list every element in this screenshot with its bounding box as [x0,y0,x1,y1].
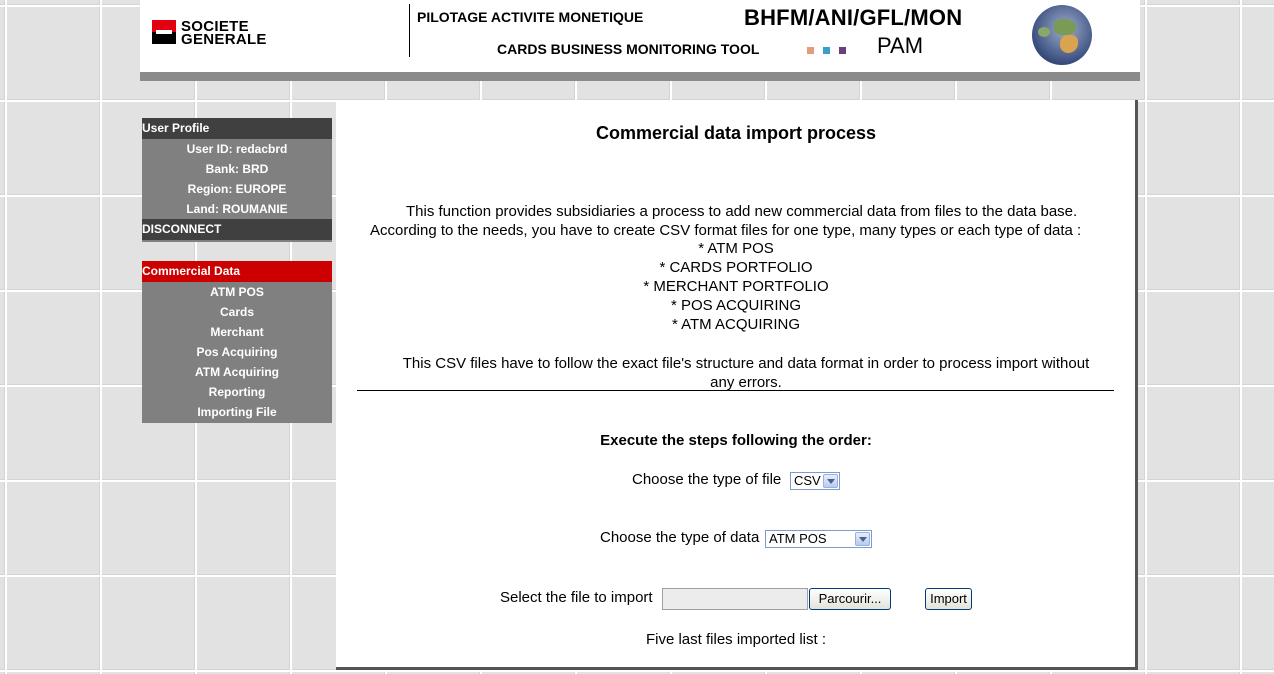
region-info: Region: EUROPE [187,182,287,196]
horizontal-rule [357,390,1114,391]
data-type-label: Choose the type of data [600,529,760,546]
chevron-down-icon[interactable] [855,532,870,546]
file-type-select-value: CSV [794,473,821,488]
menu-item-atm-acquiring[interactable]: ATM Acquiring [142,362,332,382]
select-file-label: Select the file to import [500,589,653,606]
menu-item-merchant[interactable]: Merchant [142,322,332,342]
data-type-list-item: * POS ACQUIRING [670,297,802,314]
data-type-list-item: * ATM POS [698,240,774,257]
description-line-2: According to the needs, you have to crea… [370,222,1082,239]
commercial-data-menu: Commercial Data ATM POS Cards Merchant P… [142,261,332,423]
main-panel: Commercial data import process This func… [336,100,1138,670]
browse-button[interactable]: Parcourir... [809,588,891,610]
menu-item-importing-file[interactable]: Importing File [142,402,332,422]
disconnect-link[interactable]: DISCONNECT [142,219,332,240]
import-button[interactable]: Import [925,588,972,610]
last-files-label: Five last files imported list : [645,631,827,648]
chevron-down-icon[interactable] [823,474,838,488]
logo-text-line2: GENERALE [181,31,267,48]
color-dot [839,47,846,54]
app-abbrev: PAM [877,33,924,58]
csv-format-note-line-1: This CSV files have to follow the exact … [402,355,1090,372]
app-title-fr: PILOTAGE ACTIVITE MONETIQUE [417,9,644,25]
header-divider [409,4,410,57]
csv-format-note: This CSV files have to follow the exact … [356,354,1136,392]
page-title: Commercial data import process [595,123,877,143]
user-profile-panel: User Profile User ID: redacbrd Bank: BRD… [142,118,332,242]
file-type-select[interactable]: CSV [790,472,840,490]
description-line-1: This function provides subsidiaries a pr… [406,203,1078,220]
steps-title: Execute the steps following the order: [600,432,872,449]
app-title-en: CARDS BUSINESS MONITORING TOOL [497,41,760,57]
menu-item-reporting[interactable]: Reporting [142,382,332,402]
logo-mark-icon [152,20,176,44]
header-bottom-bar [140,72,1140,81]
data-type-list-item: * ATM ACQUIRING [671,316,801,333]
data-type-select[interactable]: ATM POS [765,530,872,548]
data-type-list-item: * MERCHANT PORTFOLIO [643,278,829,295]
app-header: SOCIETE GENERALE PILOTAGE ACTIVITE MONET… [140,0,1140,72]
app-code: BHFM/ANI/GFL/MON [744,5,963,30]
bank-info: Bank: BRD [205,162,269,176]
color-dot [823,47,830,54]
menu-item-cards[interactable]: Cards [142,302,332,322]
color-dots [807,41,855,59]
color-dot [807,47,814,54]
globe-icon [1032,5,1092,65]
file-type-label: Choose the type of file [632,471,782,488]
data-type-select-value: ATM POS [769,531,827,546]
menu-item-pos-acquiring[interactable]: Pos Acquiring [142,342,332,362]
csv-format-note-line-2: any errors. [710,374,782,391]
land-info: Land: ROUMANIE [186,202,288,216]
commercial-data-heading: Commercial Data [142,261,332,282]
menu-item-atm-pos[interactable]: ATM POS [142,282,332,302]
user-profile-heading: User Profile [142,118,332,139]
data-type-list-item: * CARDS PORTFOLIO [659,259,813,276]
user-id-info: User ID: redacbrd [186,142,288,156]
file-path-input[interactable] [662,588,808,610]
